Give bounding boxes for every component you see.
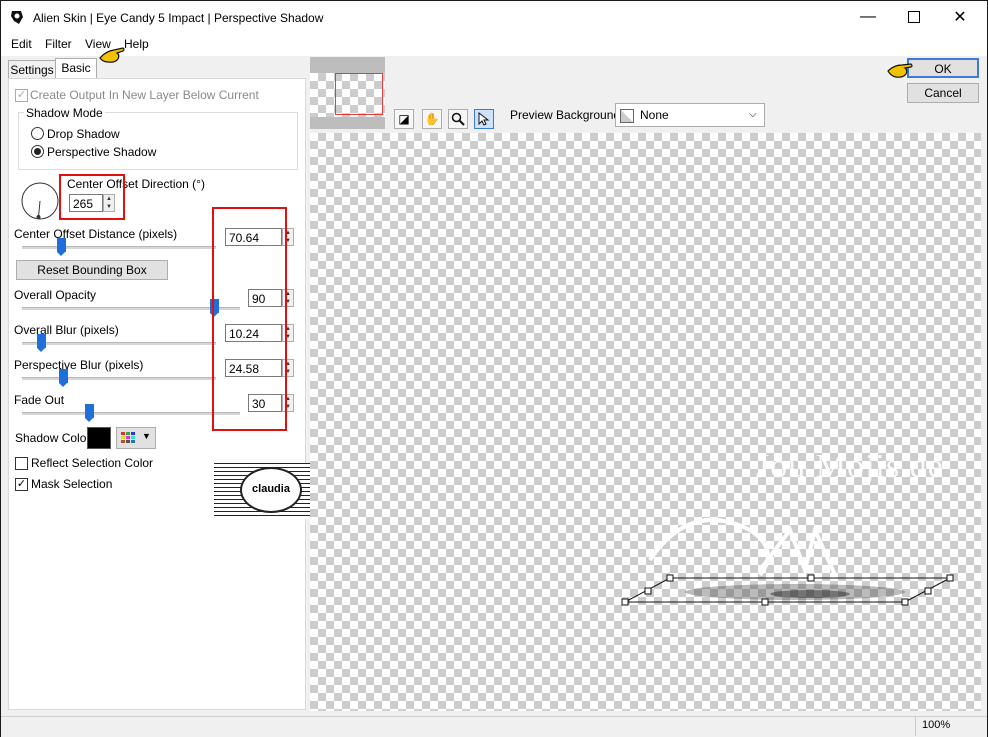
drop-shadow-radio[interactable] (31, 127, 44, 140)
color-palette-button[interactable]: ▼ (116, 427, 156, 449)
pointing-hand-icon (887, 63, 913, 78)
reflect-selection-color-checkbox[interactable] (15, 457, 28, 470)
preview-background-select[interactable]: None ⌵ (615, 103, 765, 127)
preview-background-label: Preview Background: (510, 108, 624, 122)
status-bar (1, 716, 987, 737)
create-output-label: Create Output In New Layer Below Current (30, 88, 259, 102)
minimize-icon: — (860, 8, 876, 25)
ok-button[interactable]: OK (907, 58, 979, 78)
pan-tool-button[interactable]: ✋ (422, 109, 442, 129)
shadow-mode-group (18, 112, 298, 170)
preview-background-value: None (640, 108, 669, 122)
cancel-button[interactable]: Cancel (907, 83, 979, 103)
tab-settings[interactable]: Settings (8, 60, 56, 79)
overall-blur-track (22, 342, 216, 345)
preview-watermark-text: Jou Mojis.de (756, 448, 944, 485)
center-offset-distance-slider[interactable] (57, 238, 66, 256)
chevron-down-icon: ⌵ (749, 109, 757, 120)
overall-opacity-track (22, 307, 240, 310)
tab-basic[interactable]: Basic (55, 58, 97, 79)
close-button[interactable]: ✕ (937, 1, 983, 33)
claudia-logo-text: claudia (252, 483, 290, 495)
eye-preview-icon: ◪ (398, 112, 410, 126)
perspective-blur-slider[interactable] (59, 369, 68, 387)
shadow-color-label: Shadow Color (15, 431, 91, 445)
mask-selection-checkbox[interactable]: ✓ (15, 478, 28, 491)
window-title: Alien Skin | Eye Candy 5 Impact | Perspe… (33, 11, 324, 25)
chevron-down-icon: ▼ (142, 431, 151, 441)
status-divider (915, 716, 916, 736)
zoom-level: 100% (922, 719, 951, 731)
navigator-footer (310, 117, 385, 129)
reset-bounding-box-button[interactable]: Reset Bounding Box (16, 260, 168, 280)
pointing-hand-icon (99, 47, 125, 63)
navigator-viewport[interactable] (335, 73, 383, 115)
fade-out-slider[interactable] (85, 404, 94, 422)
menu-edit[interactable]: Edit (11, 37, 32, 51)
reflect-selection-color-label: Reflect Selection Color (31, 456, 154, 470)
close-icon: ✕ (953, 9, 967, 26)
preview-tool-button[interactable]: ◪ (394, 109, 414, 129)
navigator-header (310, 57, 385, 73)
overall-blur-slider[interactable] (37, 334, 46, 352)
menu-help[interactable]: Help (124, 37, 149, 51)
mask-selection-label: Mask Selection (31, 477, 113, 491)
shadow-bounding-box[interactable] (610, 490, 970, 620)
arrow-tool-button[interactable] (474, 109, 494, 129)
minimize-button[interactable]: — (845, 1, 891, 33)
fade-out-label: Fade Out (14, 393, 65, 407)
center-offset-distance-track (22, 246, 216, 249)
create-output-checkbox[interactable]: ✓ (15, 89, 28, 102)
maximize-icon (908, 11, 920, 23)
fade-out-track (22, 412, 240, 415)
highlight-values-box (212, 207, 287, 431)
perspective-blur-track (22, 377, 216, 380)
none-swatch-icon (620, 109, 634, 123)
drop-shadow-label: Drop Shadow (47, 127, 120, 141)
perspective-shadow-label: Perspective Shadow (47, 145, 157, 159)
shadow-color-swatch[interactable] (87, 427, 111, 449)
overall-opacity-label: Overall Opacity (14, 288, 97, 302)
perspective-shadow-radio[interactable] (31, 145, 44, 158)
magnifier-icon (451, 112, 465, 126)
preview-canvas[interactable] (310, 133, 981, 711)
palette-icon (121, 432, 135, 443)
arrow-cursor-icon (478, 112, 490, 126)
perspective-blur-label: Perspective Blur (pixels) (14, 358, 144, 372)
zoom-tool-button[interactable] (448, 109, 468, 129)
direction-dial[interactable] (20, 181, 60, 221)
hand-icon: ✋ (424, 112, 440, 126)
menu-filter[interactable]: Filter (45, 37, 72, 51)
highlight-direction-box (59, 174, 125, 220)
maximize-button[interactable] (891, 1, 937, 33)
center-offset-distance-label: Center Offset Distance (pixels) (14, 227, 178, 241)
overall-blur-label: Overall Blur (pixels) (14, 323, 119, 337)
app-icon (11, 11, 23, 24)
shadow-mode-label: Shadow Mode (24, 106, 105, 120)
